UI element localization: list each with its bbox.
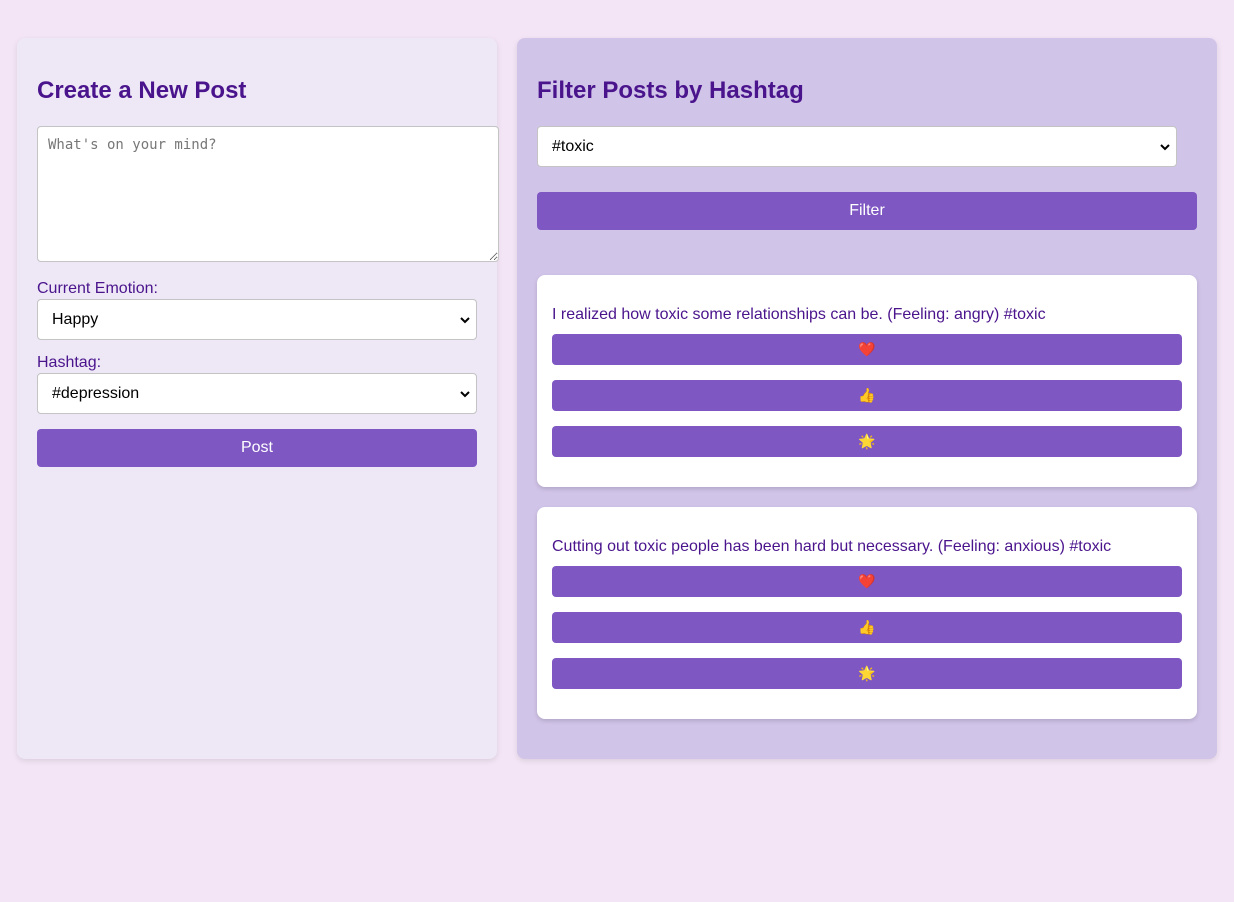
emotion-label: Current Emotion: (37, 280, 158, 297)
heart-reaction-button[interactable]: ❤️ (552, 334, 1182, 365)
post-button[interactable]: Post (37, 429, 477, 467)
filter-panel: Filter Posts by Hashtag #toxic Filter I … (517, 38, 1217, 759)
chevron-down-icon (1160, 144, 1170, 151)
star-reaction-button[interactable]: 🌟 (552, 658, 1182, 689)
filter-title: Filter Posts by Hashtag (537, 77, 804, 104)
filter-hashtag-value: #toxic (552, 138, 594, 155)
star-reaction-button[interactable]: 🌟 (552, 426, 1182, 457)
create-post-title: Create a New Post (37, 77, 247, 104)
thumbs-up-icon: 👍 (858, 387, 876, 403)
hashtag-label: Hashtag: (37, 354, 102, 371)
thumbs-up-reaction-button[interactable]: 👍 (552, 380, 1182, 411)
thumbs-up-icon: 👍 (858, 619, 876, 635)
thumbs-up-reaction-button[interactable]: 👍 (552, 612, 1182, 643)
filter-button[interactable]: Filter (537, 192, 1197, 230)
heart-icon: ❤️ (858, 341, 876, 357)
emotion-select-value: Happy (52, 311, 99, 328)
chevron-down-icon (460, 317, 470, 324)
post-text: I realized how toxic some relationships … (552, 306, 1046, 323)
heart-reaction-button[interactable]: ❤️ (552, 566, 1182, 597)
post-card: I realized how toxic some relationships … (537, 275, 1197, 487)
hashtag-select-value: #depression (52, 385, 140, 402)
post-textarea[interactable] (37, 126, 499, 262)
hashtag-select[interactable]: #depression (37, 373, 477, 414)
heart-icon: ❤️ (858, 573, 876, 589)
post-card: Cutting out toxic people has been hard b… (537, 507, 1197, 719)
create-post-panel: Create a New Post Current Emotion: Happy… (17, 38, 499, 759)
sun-icon: 🌟 (858, 665, 876, 681)
filter-hashtag-select[interactable]: #toxic (537, 126, 1177, 167)
sun-icon: 🌟 (858, 433, 876, 449)
emotion-select[interactable]: Happy (37, 299, 477, 340)
post-text: Cutting out toxic people has been hard b… (552, 538, 1112, 555)
chevron-down-icon (460, 391, 470, 398)
